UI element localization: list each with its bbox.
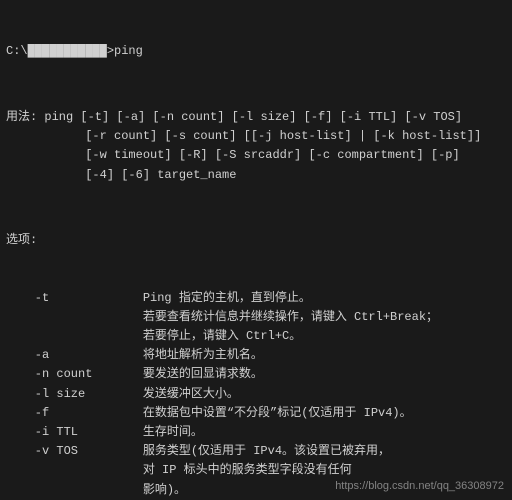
usage-block: 用法: ping [-t] [-a] [-n count] [-l size] … — [6, 108, 506, 185]
prompt-command: ping — [114, 44, 143, 58]
option-row: -t Ping 指定的主机，直到停止。 — [6, 289, 506, 308]
option-row: -i TTL 生存时间。 — [6, 423, 506, 442]
prompt-line[interactable]: C:\███████████>ping — [6, 42, 506, 61]
option-row: -f 在数据包中设置“不分段”标记(仅适用于 IPv4)。 — [6, 404, 506, 423]
watermark-text: https://blog.csdn.net/qq_36308972 — [335, 478, 504, 496]
options-list: -t Ping 指定的主机，直到停止。 若要查看统计信息并继续操作，请键入 Ct… — [6, 289, 506, 500]
option-row: -l size 发送缓冲区大小。 — [6, 385, 506, 404]
options-header: 选项: — [6, 231, 506, 250]
terminal-output: C:\███████████>ping 用法: ping [-t] [-a] [… — [0, 0, 512, 500]
option-desc-cont: 若要停止，请键入 Ctrl+C。 — [6, 327, 506, 346]
prompt-path: C:\███████████> — [6, 44, 114, 58]
option-row: -v TOS 服务类型(仅适用于 IPv4。该设置已被弃用， — [6, 442, 506, 461]
option-row: -n count 要发送的回显请求数。 — [6, 365, 506, 384]
option-row: -a 将地址解析为主机名。 — [6, 346, 506, 365]
option-desc-cont: 若要查看统计信息并继续操作，请键入 Ctrl+Break； — [6, 308, 506, 327]
